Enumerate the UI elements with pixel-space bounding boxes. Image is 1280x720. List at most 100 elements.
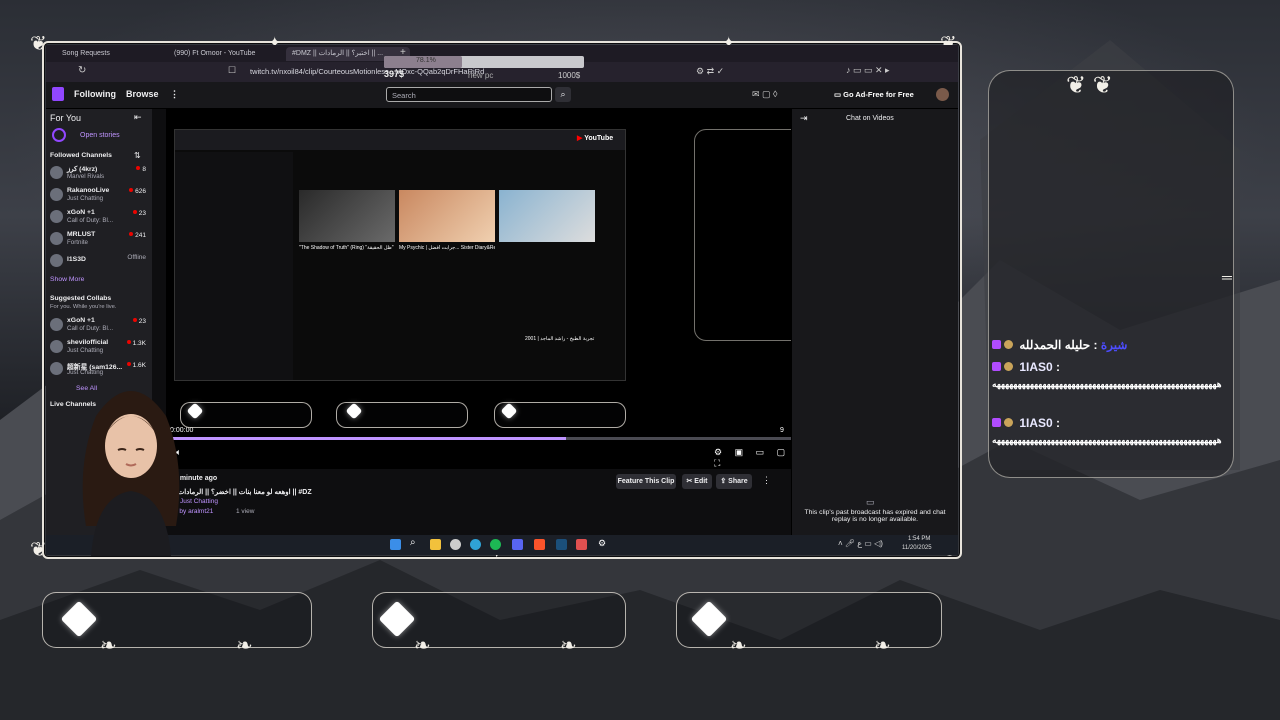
twitch-top-nav: Following Browse ⋮ Search ⌕ ✉ ▢ ◊ ▭ Go A… (46, 82, 958, 109)
player-controls-icons[interactable]: ⚙ ▣ ▭ ▢ ⛶ (714, 447, 791, 469)
edit-button[interactable]: ✂ Edit (682, 474, 712, 489)
edit-label: Edit (694, 478, 708, 485)
channel-game: Just Chatting (67, 195, 104, 202)
tray-icons[interactable]: ˄ 🎤︎ ع ▭ ◁) (838, 539, 883, 548)
ad-free-button[interactable]: ▭ Go Ad-Free for Free (830, 88, 918, 102)
edge-icon[interactable] (470, 539, 481, 550)
viewer-count: 23 (133, 210, 146, 217)
show-more-link[interactable]: Show More (50, 276, 84, 283)
progress-fill (166, 437, 566, 440)
channel-name: RakanooLive (67, 187, 110, 194)
channel-game: Call of Duty: Bl... (67, 325, 114, 332)
suggested-channel[interactable]: xGoN +1 Call of Duty: Bl... 23 (50, 315, 148, 337)
clock-date: 11/20/2025 (902, 545, 932, 551)
channel-name: xGoN +1 (67, 317, 95, 324)
notification-icons[interactable]: ✉ ▢ ◊ (752, 89, 778, 100)
clock-time: 1:54 PM (908, 536, 931, 542)
chat-message: شيرة : حليله الحمدلله (992, 338, 1127, 352)
donation-goal-bar: 78.1% (384, 56, 584, 68)
suggested-channel[interactable]: shevilofficial Just Chatting 1.3K (50, 337, 148, 359)
discord-icon[interactable] (512, 539, 523, 550)
file-explorer-icon[interactable] (430, 539, 441, 550)
offline-label: Offline (127, 254, 146, 261)
followed-channel[interactable]: كرز (4krz) Marvel Rivals 8 (50, 163, 148, 185)
followed-channel[interactable]: I1S3D Offline (50, 251, 148, 273)
search-input[interactable]: Search (386, 87, 552, 102)
twitch-logo-icon[interactable] (52, 87, 64, 101)
channel-avatar (50, 166, 63, 179)
bits-badge-icon (1004, 418, 1013, 427)
nav-browse[interactable]: Browse (126, 89, 159, 99)
chat-expired-message: This clip's past broadcast has expired a… (804, 509, 946, 523)
channel-game: Fortnite (67, 239, 88, 246)
channel-name: xGoN +1 (67, 209, 95, 216)
user-avatar[interactable] (936, 88, 949, 101)
chat-message-body: هههههههههههههههههههههههههههههههههههههههه… (992, 435, 1222, 445)
chat-expired-icon: ▭ (866, 497, 875, 507)
progress-bar[interactable] (166, 437, 791, 440)
address-bar: ↻ ☐ twitch.tv/nxoil84/clip/CourteousMoti… (46, 56, 958, 82)
windows-start-icon[interactable] (390, 539, 401, 550)
brave-icon[interactable] (534, 539, 545, 550)
obs-icon[interactable] (576, 539, 587, 550)
chat-username: 1IAS0 (1019, 360, 1053, 374)
viewer-count: 1.6K (127, 362, 146, 369)
sort-icon[interactable]: ⇅ (134, 151, 141, 160)
channel-name: كرز (4krz) (67, 166, 98, 173)
donation-goal-percent: 78.1% (416, 57, 436, 64)
swirl-ornament-icon: ❧ (730, 635, 747, 657)
video-thumbnail (399, 190, 495, 242)
frame-ornament-icon: ❦ (30, 33, 47, 55)
chat-message-body: هههههههههههههههههههههههههههههههههههههههه… (992, 379, 1222, 389)
decor-pill (180, 402, 312, 428)
inner-title-bar (175, 130, 625, 150)
viewer-count: 241 (129, 232, 146, 239)
nav-more-icon[interactable]: ⋮ (170, 89, 179, 100)
settings-icon[interactable]: ⚙ (598, 538, 609, 549)
viewer-count: 626 (129, 188, 146, 195)
expand-chat-icon[interactable]: ⇥ (800, 113, 808, 124)
channel-avatar (50, 318, 63, 331)
tab-song-requests[interactable]: Song Requests (56, 47, 168, 61)
followed-channel[interactable]: xGoN +1 Call of Duty: Bl... 23 (50, 207, 148, 229)
channel-game: Just Chatting (67, 369, 104, 376)
channel-avatar (50, 362, 63, 375)
open-stories-link[interactable]: Open stories (80, 132, 120, 139)
bits-badge-icon (1004, 340, 1013, 349)
viewer-count: 8 (136, 166, 146, 173)
taskbar-search-icon[interactable]: ⌕ (410, 537, 421, 548)
channel-avatar (50, 340, 63, 353)
chrome-icon[interactable] (450, 539, 461, 550)
stories-avatar[interactable] (52, 128, 66, 142)
tab-youtube[interactable]: (990) Ft Omoor - YouTube (168, 47, 288, 61)
search-icon[interactable]: ⌕ (555, 87, 571, 102)
profile-menu-icon[interactable]: ♪ ▭ ▭ ✕ ▸ (846, 65, 890, 76)
feature-clip-button[interactable]: Feature This Clip (616, 474, 676, 489)
nav-following[interactable]: Following (74, 89, 116, 99)
more-options-icon[interactable]: ⋮ (762, 475, 771, 486)
steam-icon[interactable] (556, 539, 567, 550)
viewer-count: 1.3K (127, 340, 146, 347)
for-you-heading: For You (50, 113, 82, 123)
captured-youtube-window: ▶ YouTube "The Shadow of Truth" (Ring) "… (174, 129, 626, 381)
chat-username: شيرة (1100, 338, 1128, 352)
followed-channel[interactable]: RakanooLive Just Chatting 626 (50, 185, 148, 207)
followed-channel[interactable]: MRLUST Fortnite 241 (50, 229, 148, 251)
video-thumbnail (299, 190, 395, 242)
suggested-collabs-heading: Suggested Collabs (50, 295, 112, 302)
chat-text: : (1056, 416, 1061, 430)
share-button[interactable]: ⇪ Share (716, 474, 752, 489)
channel-name: shevilofficial (67, 339, 109, 346)
sub-badge-icon (992, 362, 1001, 371)
collapse-sidebar-icon[interactable]: ⇤ (134, 112, 142, 123)
channel-avatar (50, 188, 63, 201)
chat-panel: ⇥ Chat on Videos ▭ This clip's past broa… (791, 109, 958, 555)
bookmark-icon[interactable]: ☐ (228, 65, 236, 76)
channel-name: I1S3D (67, 256, 86, 263)
chat-username: 1IAS0 (1019, 416, 1053, 430)
chat-text: : (1056, 360, 1061, 374)
extensions-icon[interactable]: ⚙ ⇄ ✓ (696, 66, 724, 77)
channel-game: Marvel Rivals (67, 173, 105, 180)
reload-icon[interactable]: ↻ (78, 65, 86, 76)
spotify-icon[interactable] (490, 539, 501, 550)
